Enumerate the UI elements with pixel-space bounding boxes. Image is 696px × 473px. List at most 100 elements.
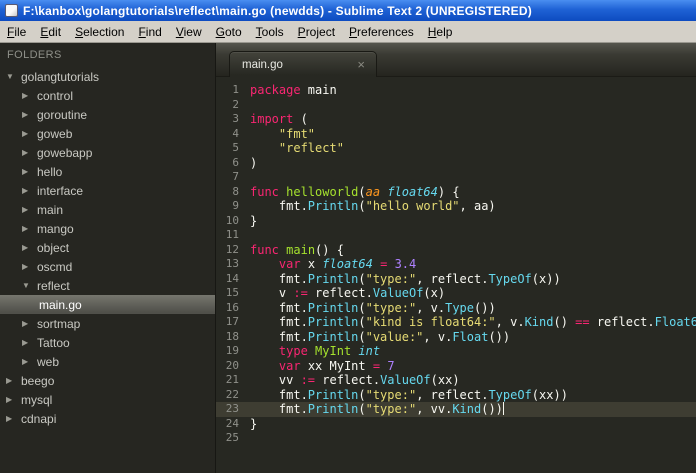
sidebar-item-label: gowebapp <box>37 145 93 160</box>
menu-edit[interactable]: Edit <box>33 22 68 42</box>
sidebar-item-cdnapi[interactable]: ▶ cdnapi <box>0 409 215 428</box>
line-number: 22 <box>225 387 239 401</box>
code-text: var x float64 = 3.4 <box>278 257 417 271</box>
chevron-right-icon[interactable]: ▶ <box>22 148 36 157</box>
code-text: fmt.Println("value:", v.Float()) <box>250 329 511 344</box>
menu-file[interactable]: File <box>0 22 33 42</box>
sidebar-item-object[interactable]: ▶ object <box>0 238 215 257</box>
sidebar-item-oscmd[interactable]: ▶ oscmd <box>0 257 215 276</box>
code-line-23[interactable]: 23 fmt.Println("type:", vv.Kind()) <box>216 402 696 417</box>
menu-view[interactable]: View <box>169 22 209 42</box>
sidebar-item-label: hello <box>37 164 63 179</box>
chevron-right-icon[interactable]: ▶ <box>22 205 36 214</box>
sidebar-item-main-go[interactable]: main.go <box>0 295 215 314</box>
sidebar-item-label: reflect <box>37 278 70 293</box>
code-line-20[interactable]: 20 var xx MyInt = 7 <box>216 359 696 374</box>
menu-selection[interactable]: Selection <box>68 22 131 42</box>
menu-goto[interactable]: Goto <box>209 22 249 42</box>
menu-tools[interactable]: Tools <box>249 22 291 42</box>
code-line-6[interactable]: 6) <box>216 156 696 171</box>
code-line-19[interactable]: 19 type MyInt int <box>216 344 696 359</box>
code-line-1[interactable]: 1 package main <box>216 83 696 98</box>
sidebar-item-reflect[interactable]: ▼ reflect <box>0 276 215 295</box>
chevron-right-icon[interactable]: ▶ <box>22 167 36 176</box>
chevron-right-icon[interactable]: ▶ <box>22 129 36 138</box>
chevron-right-icon[interactable]: ▶ <box>22 224 36 233</box>
sidebar-item-interface[interactable]: ▶ interface <box>0 181 215 200</box>
code-line-17[interactable]: 17 fmt.Println("kind is float64:", v.Kin… <box>216 315 696 330</box>
code-line-3[interactable]: 3 import ( <box>216 112 696 127</box>
chevron-right-icon[interactable]: ▶ <box>22 338 36 347</box>
code-text: "fmt" <box>278 126 316 141</box>
code-line-5[interactable]: 5 "reflect" <box>216 141 696 156</box>
code-line-12[interactable]: 12 func main() { <box>216 243 696 258</box>
tab-main-go[interactable]: main.go × <box>229 51 377 77</box>
chevron-right-icon[interactable]: ▶ <box>6 395 20 404</box>
code-editor[interactable]: 1 package main 2 3 import (4 "fmt" 5 "reflect… <box>216 77 696 473</box>
sidebar-item-main[interactable]: ▶ main <box>0 200 215 219</box>
line-number: 25 <box>225 431 239 444</box>
menu-project[interactable]: Project <box>291 22 342 42</box>
chevron-right-icon[interactable]: ▶ <box>22 186 36 195</box>
sidebar-item-mango[interactable]: ▶ mango <box>0 219 215 238</box>
tab-close-icon[interactable]: × <box>355 58 367 71</box>
code-line-7[interactable]: 7 <box>216 170 696 185</box>
code-line-13[interactable]: 13 var x float64 = 3.4 <box>216 257 696 272</box>
sidebar-item-control[interactable]: ▶ control <box>0 86 215 105</box>
sidebar-header: FOLDERS <box>7 49 62 61</box>
sublime-window: F:\kanbox\golangtutorials\reflect\main.g… <box>0 0 696 473</box>
sidebar-item-goroutine[interactable]: ▶ goroutine <box>0 105 215 124</box>
code-line-8[interactable]: 8 func helloworld(aa float64) { <box>216 185 696 200</box>
chevron-down-icon[interactable]: ▼ <box>6 72 20 81</box>
chevron-right-icon[interactable]: ▶ <box>22 91 36 100</box>
sidebar-item-web[interactable]: ▶ web <box>0 352 215 371</box>
code-line-24[interactable]: 24} <box>216 417 696 432</box>
sidebar-item-tattoo[interactable]: ▶ Tattoo <box>0 333 215 352</box>
chevron-right-icon[interactable]: ▶ <box>22 357 36 366</box>
sidebar-item-label: main.go <box>39 297 82 312</box>
code-line-2[interactable]: 2 <box>216 98 696 113</box>
menu-preferences[interactable]: Preferences <box>342 22 421 42</box>
code-text: import ( <box>250 112 308 126</box>
code-line-18[interactable]: 18 fmt.Println("value:", v.Float()) <box>216 330 696 345</box>
sidebar: FOLDERS ▼ golangtutorials ▶ control ▶ gorouti… <box>0 43 216 473</box>
code-text: } <box>250 416 258 431</box>
code-line-11[interactable]: 11 <box>216 228 696 243</box>
menu-find[interactable]: Find <box>131 22 168 42</box>
chevron-right-icon[interactable]: ▶ <box>6 414 20 423</box>
code-line-15[interactable]: 15 v := reflect.ValueOf(x) <box>216 286 696 301</box>
menu-help[interactable]: Help <box>421 22 460 42</box>
code-line-4[interactable]: 4 "fmt" <box>216 127 696 142</box>
code-text: "reflect" <box>278 141 344 155</box>
line-number: 9 <box>232 199 239 212</box>
chevron-right-icon[interactable]: ▶ <box>22 319 36 328</box>
chevron-right-icon[interactable]: ▶ <box>6 376 20 385</box>
sidebar-item-hello[interactable]: ▶ hello <box>0 162 215 181</box>
sidebar-item-gowebapp[interactable]: ▶ gowebapp <box>0 143 215 162</box>
chevron-right-icon[interactable]: ▶ <box>22 110 36 119</box>
code-line-14[interactable]: 14 fmt.Println("type:", reflect.TypeOf(x… <box>216 272 696 287</box>
line-number: 1 <box>232 83 239 96</box>
sidebar-item-label: mango <box>37 221 74 236</box>
code-line-10[interactable]: 10} <box>216 214 696 229</box>
chevron-right-icon[interactable]: ▶ <box>22 243 36 252</box>
code-line-22[interactable]: 22 fmt.Println("type:", reflect.TypeOf(x… <box>216 388 696 403</box>
sidebar-item-label: object <box>37 240 70 255</box>
sidebar-item-golangtutorials[interactable]: ▼ golangtutorials <box>0 67 215 86</box>
sidebar-item-beego[interactable]: ▶ beego <box>0 371 215 390</box>
sidebar-item-mysql[interactable]: ▶ mysql <box>0 390 215 409</box>
sidebar-item-sortmap[interactable]: ▶ sortmap <box>0 314 215 333</box>
code-line-16[interactable]: 16 fmt.Println("type:", v.Type()) <box>216 301 696 316</box>
title-bar[interactable]: F:\kanbox\golangtutorials\reflect\main.g… <box>0 0 696 21</box>
code-line-21[interactable]: 21 vv := reflect.ValueOf(xx) <box>216 373 696 388</box>
code-text: func main() { <box>250 242 344 257</box>
chevron-down-icon[interactable]: ▼ <box>22 281 36 290</box>
line-number: 20 <box>225 358 239 372</box>
menu-bar: File Edit Selection Find View Goto Tools Projec… <box>0 21 696 43</box>
code-line-9[interactable]: 9 fmt.Println("hello world", aa) <box>216 199 696 214</box>
sidebar-item-goweb[interactable]: ▶ goweb <box>0 124 215 143</box>
code-line-25[interactable]: 25 <box>216 431 696 446</box>
line-number: 23 <box>225 402 239 415</box>
chevron-right-icon[interactable]: ▶ <box>22 262 36 271</box>
